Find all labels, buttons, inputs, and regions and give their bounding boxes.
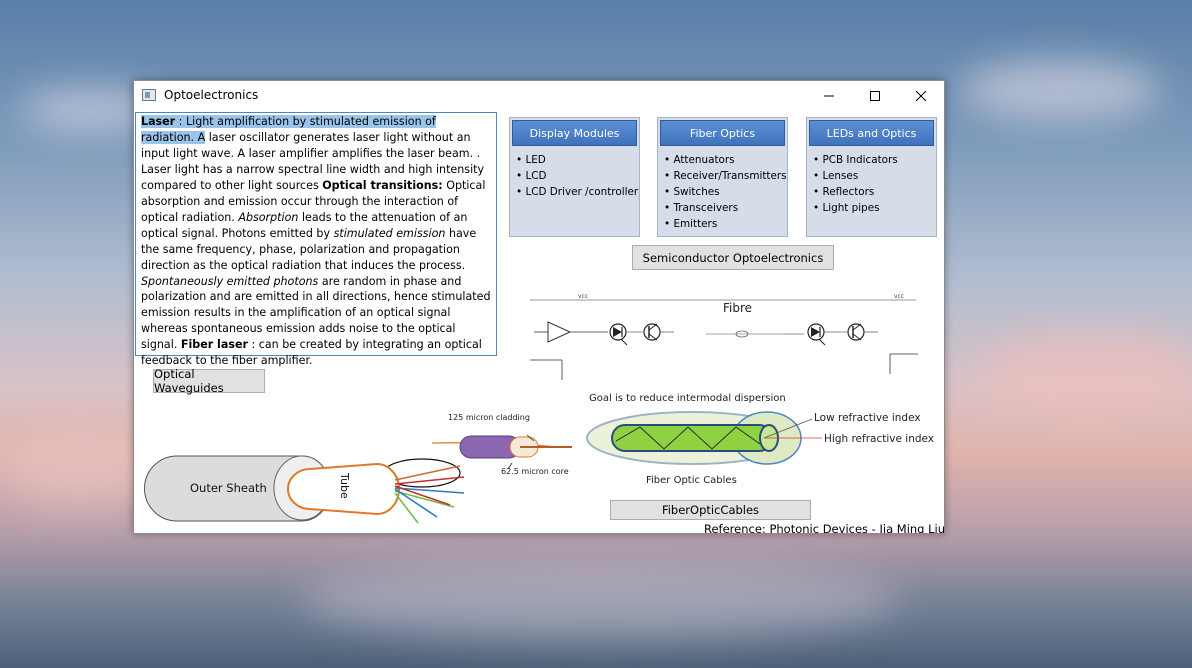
leds-optics-header[interactable]: LEDs and Optics (809, 120, 934, 146)
fiber-optics-list: Attenuators Receiver/Transmitters Switch… (664, 152, 787, 232)
leds-optics-list: PCB Indicators Lenses Reflectors Light p… (813, 152, 898, 216)
minimize-icon (824, 95, 834, 97)
close-icon (915, 90, 927, 102)
list-item: PCB Indicators (813, 152, 897, 168)
description-textbox[interactable]: Laser : Light amplification by stimulate… (135, 112, 497, 367)
maximize-icon (870, 91, 880, 101)
fiber-laser-term: Fiber laser (180, 338, 248, 352)
high-index-label: High refractive index (824, 433, 934, 445)
list-item: Reflectors (813, 184, 898, 200)
optical-waveguides-button[interactable]: Optical Waveguides (153, 367, 265, 395)
amplifier-symbol (547, 321, 572, 343)
goal-label: Goal is to reduce intermodal dispersion (589, 393, 786, 404)
list-item: Emitters (664, 216, 787, 232)
list-item: Receiver/Transmitters (664, 168, 786, 184)
cloud (300, 560, 900, 640)
circuit-diagram: vcc vcc Fibre (530, 293, 918, 380)
cable-illustration: Outer Sheath Tube (144, 434, 572, 524)
fiber-optics-header[interactable]: Fiber Optics (660, 120, 785, 146)
outer-sheath-label: Outer Sheath (190, 481, 267, 495)
semiconductor-optoelectronics-button[interactable]: Semiconductor Optoelectronics (632, 245, 834, 270)
laser-term: Laser (141, 115, 176, 128)
fiber-optics-panel: Fiber Optics Attenuators Receiver/Transm… (657, 117, 788, 237)
optical-transitions-term: Optical transitions: (322, 178, 443, 192)
absorption-term: Absorption (238, 210, 299, 224)
display-modules-header[interactable]: Display Modules (512, 120, 637, 146)
list-item: LED (516, 152, 638, 168)
transistor-symbol (643, 323, 661, 341)
list-item: Attenuators (664, 152, 787, 168)
list-item: LCD Driver /controller (516, 184, 638, 200)
fibre-label: Fibre (723, 301, 752, 315)
maximize-button[interactable] (852, 81, 898, 111)
close-button[interactable] (898, 81, 944, 111)
vcc-right-label: vcc (894, 293, 904, 300)
cloud (980, 330, 1192, 420)
list-item: Switches (664, 184, 787, 200)
title-bar[interactable]: Optoelectronics (134, 81, 944, 111)
list-item: Transceivers (664, 200, 787, 216)
display-modules-panel: Display Modules LED LCD LCD Driver /cont… (509, 117, 640, 237)
cloud (960, 60, 1160, 120)
list-item: Light pipes (813, 200, 898, 216)
minimize-button[interactable] (806, 81, 852, 111)
fiber-optic-cables-button[interactable]: FiberOpticCables (610, 500, 811, 520)
list-item: LCD (516, 168, 638, 184)
list-item: Lenses (813, 168, 898, 184)
app-icon (142, 89, 156, 101)
leds-optics-panel: LEDs and Optics PCB Indicators Lenses Re… (806, 117, 937, 237)
display-modules-list: LED LCD LCD Driver /controller (516, 152, 638, 200)
stimulated-emission-term: stimulated emission (333, 226, 446, 240)
cable-caption: Fiber Optic Cables (646, 475, 737, 486)
tube-label: Tube (338, 472, 351, 499)
transistor-symbol (847, 323, 865, 341)
app-window[interactable]: Optoelectronics Laser : Light amplificat… (133, 80, 945, 534)
vcc-left-label: vcc (578, 293, 588, 300)
spontaneous-photons-term: Spontaneously emitted photons (141, 274, 319, 288)
reference-text: Reference: Photonic Devices - Jia Ming L… (704, 522, 945, 534)
low-index-label: Low refractive index (814, 412, 921, 424)
window-title: Optoelectronics (164, 88, 259, 102)
